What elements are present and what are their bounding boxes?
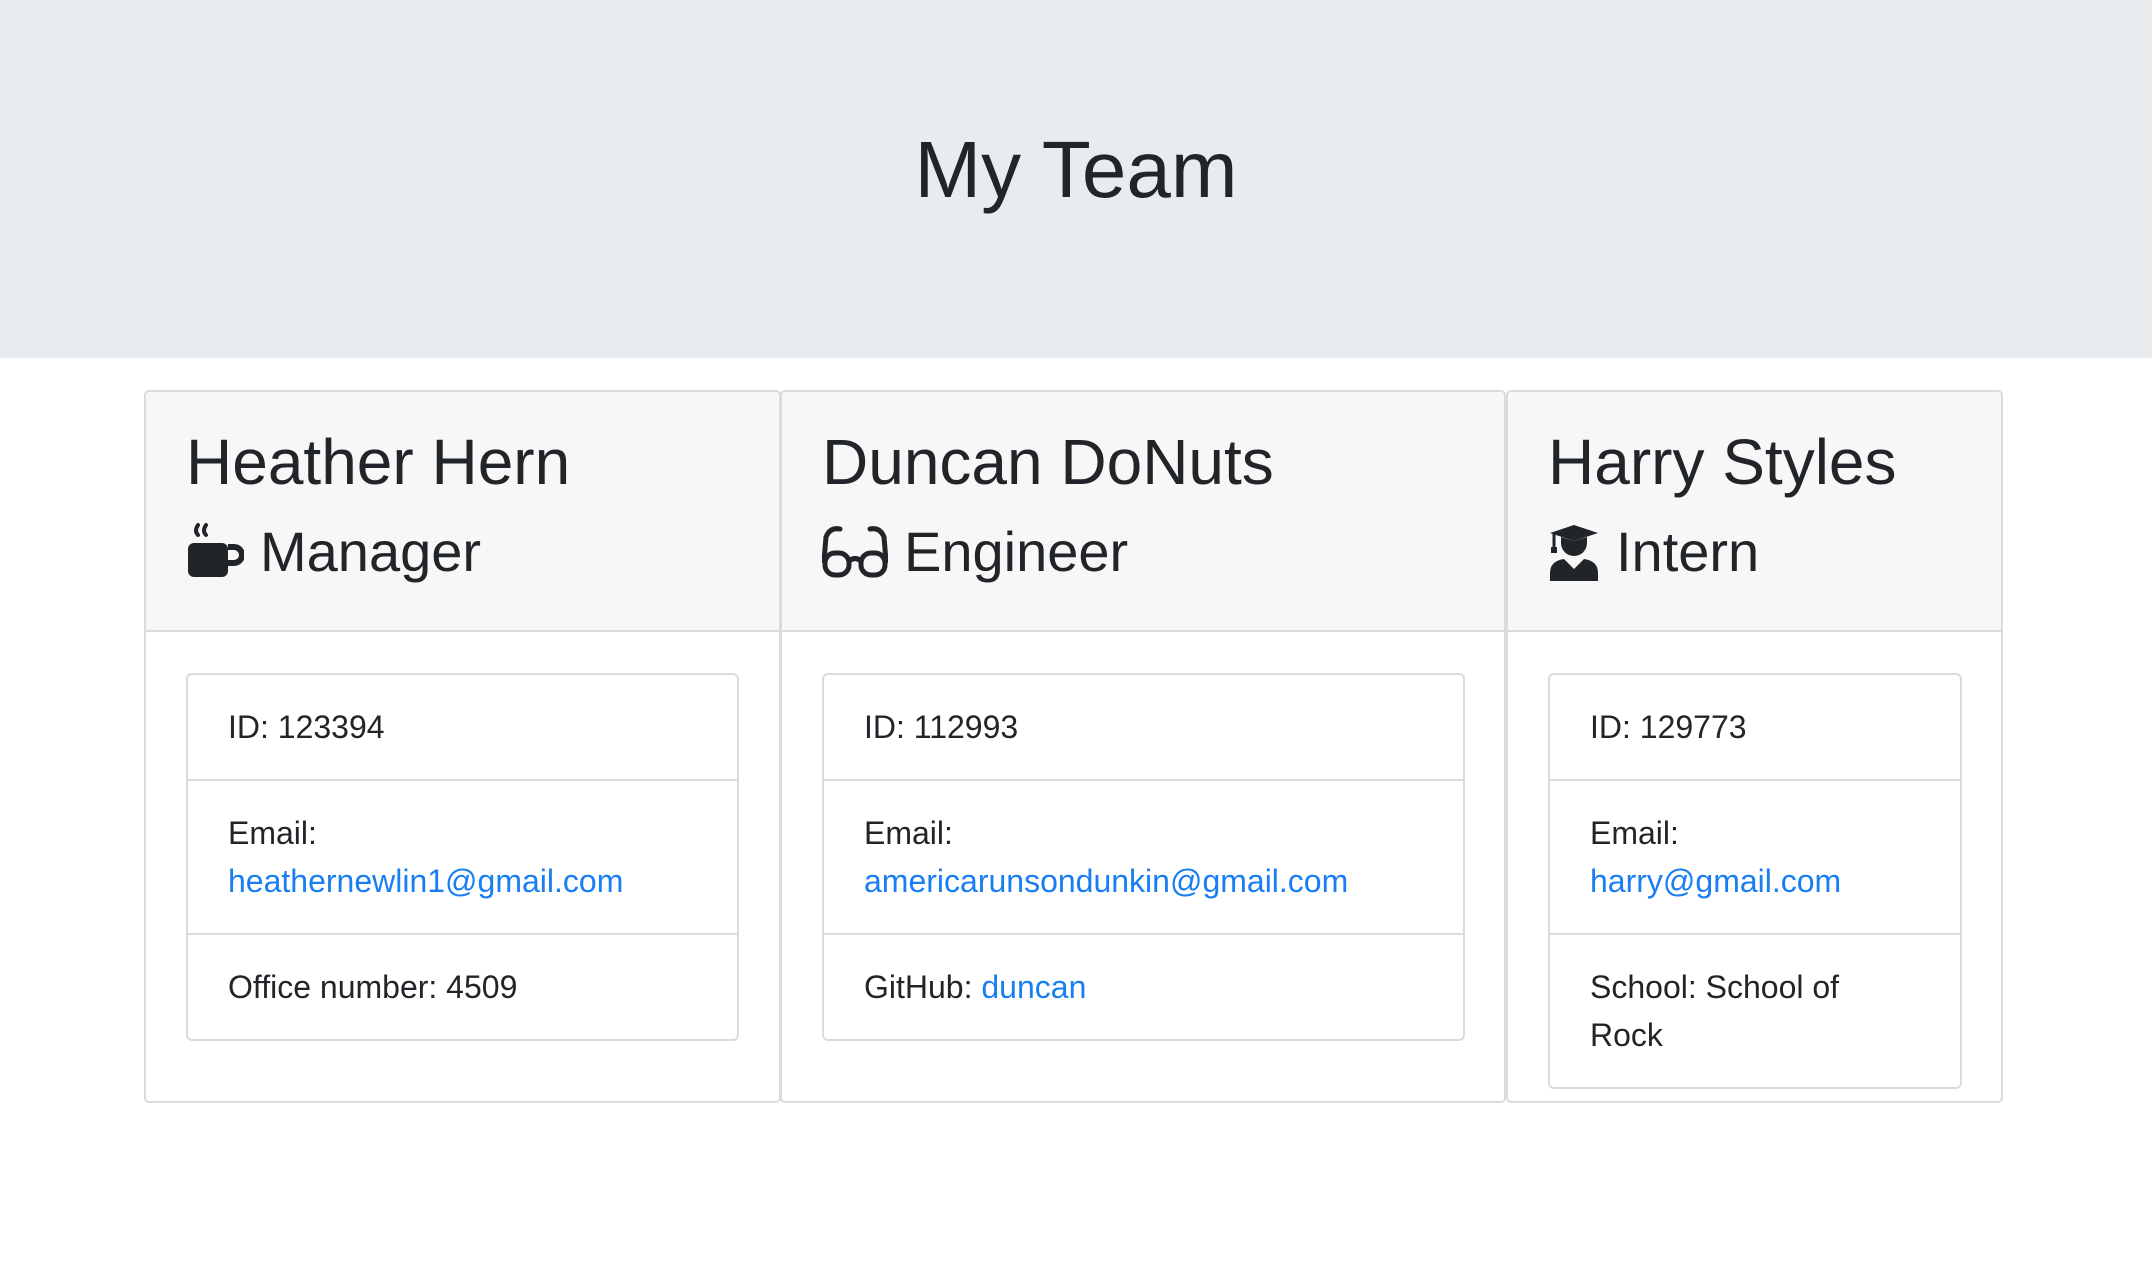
id-label: ID:: [1590, 709, 1640, 745]
page-header: My Team: [0, 0, 2152, 358]
coffee-mug-icon: [188, 523, 244, 577]
employee-card-engineer: Duncan DoNuts Engineer ID: 112993 Email:…: [780, 390, 1506, 1103]
github-link[interactable]: duncan: [981, 969, 1086, 1005]
role-label: Manager: [260, 520, 482, 583]
employee-card-intern: Harry Styles Intern ID: 129773 Email: ha…: [1506, 390, 2003, 1103]
info-list: ID: 129773 Email: harry@gmail.com School…: [1548, 673, 1962, 1089]
employee-role: Engineer: [822, 516, 1128, 588]
office-number-value: 4509: [446, 969, 518, 1005]
email-link[interactable]: heathernewlin1@gmail.com: [228, 863, 623, 899]
email-label: Email:: [228, 815, 317, 851]
glasses-icon: [822, 526, 888, 578]
employee-name: Heather Hern: [186, 426, 571, 498]
id-item: ID: 129773: [1550, 675, 1960, 781]
id-label: ID:: [228, 709, 278, 745]
employee-role: Intern: [1548, 516, 1759, 588]
email-link[interactable]: americarunsondunkin@gmail.com: [864, 863, 1348, 899]
id-label: ID:: [864, 709, 914, 745]
email-item: Email: heathernewlin1@gmail.com: [188, 781, 737, 935]
school-label: School:: [1590, 969, 1706, 1005]
employee-card-manager: Heather Hern Manager ID: 123394 Email: h…: [144, 390, 781, 1103]
office-number-item: Office number: 4509: [188, 935, 737, 1039]
page-title: My Team: [914, 125, 1238, 214]
email-link[interactable]: harry@gmail.com: [1590, 863, 1841, 899]
graduate-icon: [1550, 525, 1598, 581]
id-item: ID: 112993: [824, 675, 1463, 781]
id-value: 129773: [1639, 709, 1747, 745]
id-value: 123394: [277, 709, 385, 745]
info-list: ID: 123394 Email: heathernewlin1@gmail.c…: [186, 673, 739, 1041]
email-item: Email: harry@gmail.com: [1550, 781, 1960, 935]
info-list: ID: 112993 Email: americarunsondunkin@gm…: [822, 673, 1465, 1041]
role-label: Intern: [1616, 520, 1760, 583]
card-header: Harry Styles Intern: [1508, 392, 2001, 632]
email-item: Email: americarunsondunkin@gmail.com: [824, 781, 1463, 935]
id-item: ID: 123394: [188, 675, 737, 781]
role-label: Engineer: [904, 520, 1129, 583]
github-item: GitHub: duncan: [824, 935, 1463, 1039]
school-item: School: School of Rock: [1550, 935, 1960, 1087]
id-value: 112993: [913, 709, 1019, 745]
card-header: Heather Hern Manager: [146, 392, 779, 632]
office-number-label: Office number:: [228, 969, 447, 1005]
email-label: Email:: [864, 815, 953, 851]
employee-role: Manager: [186, 516, 481, 588]
github-label: GitHub:: [864, 969, 982, 1005]
card-header: Duncan DoNuts Engineer: [782, 392, 1504, 632]
employee-name: Duncan DoNuts: [822, 426, 1274, 498]
employee-name: Harry Styles: [1548, 426, 1897, 498]
email-label: Email:: [1590, 815, 1679, 851]
